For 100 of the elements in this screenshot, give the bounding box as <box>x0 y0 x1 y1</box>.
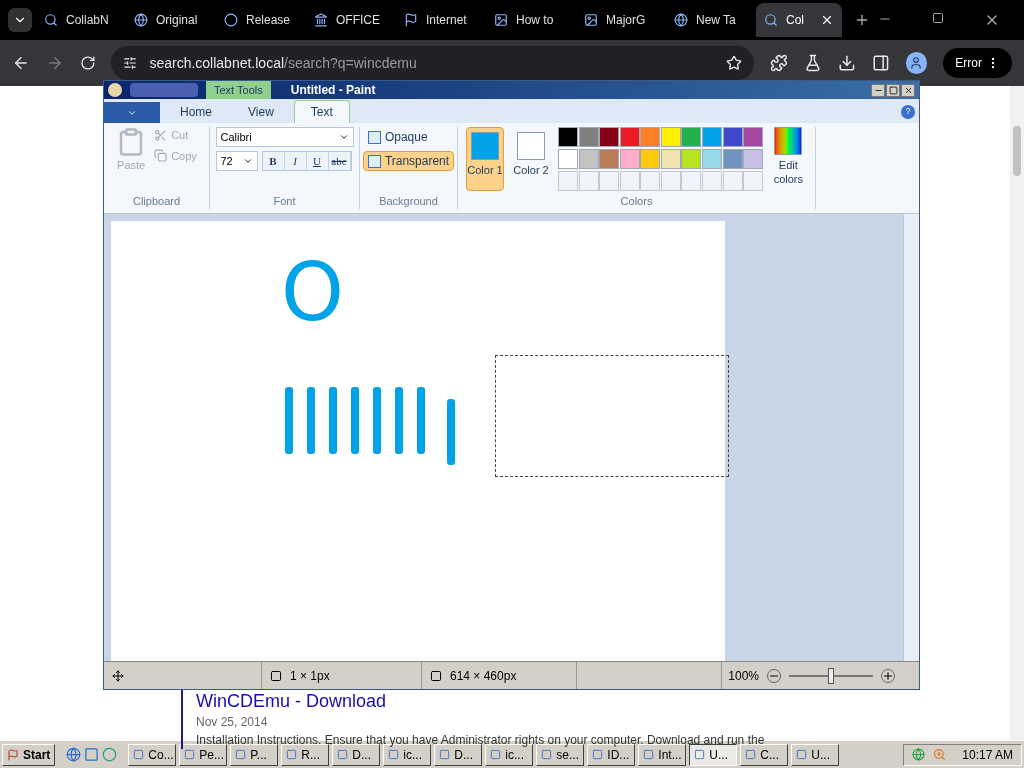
side-panel-icon[interactable] <box>871 54 890 72</box>
puzzle-icon[interactable] <box>770 54 789 72</box>
taskbar-button[interactable]: P... <box>230 743 279 766</box>
palette-swatch[interactable] <box>743 149 764 169</box>
window-icon <box>235 749 247 760</box>
palette-swatch[interactable] <box>640 127 661 147</box>
taskbar-button[interactable]: U... <box>791 743 840 766</box>
edit-colors-button[interactable]: Edit colors <box>769 127 807 187</box>
maximize-icon[interactable] <box>886 83 900 97</box>
font-size-dropdown[interactable]: 72 <box>215 151 258 171</box>
desktop-icon[interactable] <box>84 747 100 762</box>
taskbar-button[interactable]: R... <box>281 743 330 766</box>
minimize-icon[interactable] <box>871 83 885 97</box>
new-tab-icon[interactable] <box>854 12 870 28</box>
format-button[interactable]: abc <box>328 152 351 170</box>
browser-tab[interactable]: Release <box>216 3 302 37</box>
palette-swatch[interactable] <box>681 149 702 169</box>
flask-icon[interactable] <box>804 54 822 72</box>
back-icon[interactable] <box>12 54 30 72</box>
browser-tab[interactable]: CollabN <box>36 3 122 37</box>
palette-swatch[interactable] <box>558 127 578 147</box>
palette-swatch[interactable] <box>599 127 620 147</box>
tab-list-button[interactable] <box>8 8 32 32</box>
bookmark-star-icon[interactable] <box>726 55 743 71</box>
profile-error-button[interactable]: Error <box>943 48 1012 78</box>
text-selection-box[interactable] <box>495 355 729 477</box>
palette-swatch[interactable] <box>722 127 743 147</box>
format-button[interactable]: B <box>262 152 285 170</box>
palette-swatch[interactable] <box>701 127 722 147</box>
clock: 10:17 AM <box>962 746 1013 764</box>
site-settings-icon[interactable] <box>123 56 138 70</box>
globe-icon <box>674 13 688 27</box>
ribbon-tab[interactable]: Text <box>293 100 350 123</box>
background-option[interactable]: Transparent <box>362 151 455 171</box>
palette-swatch[interactable] <box>660 127 681 147</box>
globe-icon[interactable] <box>912 748 926 761</box>
tab-title: Col <box>786 12 804 29</box>
palette-icon[interactable] <box>108 83 122 97</box>
browser-tab[interactable]: Original <box>126 3 212 37</box>
search-icon <box>764 13 778 27</box>
zoom-slider-track[interactable] <box>789 667 873 684</box>
palette-swatch[interactable] <box>578 127 599 147</box>
browser-tab[interactable]: Col <box>756 3 842 37</box>
palette-swatch[interactable] <box>558 149 578 169</box>
palette-swatch[interactable] <box>681 127 702 147</box>
browser-tab[interactable]: Internet <box>396 3 482 37</box>
format-button[interactable]: I <box>284 152 307 170</box>
help-icon[interactable]: ? <box>901 105 915 119</box>
taskbar-button[interactable]: C... <box>740 743 789 766</box>
window-icon <box>388 749 400 760</box>
taskbar-button[interactable]: U... <box>689 743 738 766</box>
browser-tab[interactable]: OFFICE <box>306 3 392 37</box>
close-icon[interactable] <box>820 13 834 27</box>
taskbar-button[interactable]: D... <box>434 743 483 766</box>
ribbon-tab[interactable]: Home <box>164 100 228 123</box>
painted-letter: O <box>281 253 344 333</box>
text-box-icon <box>367 154 381 168</box>
browser-tab[interactable]: MajorG <box>576 3 662 37</box>
taskbar-button[interactable]: D... <box>332 743 381 766</box>
font-family-dropdown[interactable]: Calibri <box>215 127 354 147</box>
browser-tab[interactable]: How to <box>486 3 572 37</box>
palette-swatch[interactable] <box>640 149 661 169</box>
taskbar-button[interactable]: Co... <box>128 743 177 766</box>
globe-icon <box>134 13 148 27</box>
palette-swatch[interactable] <box>701 149 722 169</box>
result-title-link[interactable]: WinCDEmu - Download <box>196 690 821 713</box>
background-option[interactable]: Opaque <box>362 127 433 147</box>
scissors-icon <box>154 128 168 142</box>
window-icon <box>592 749 604 760</box>
taskbar-button[interactable]: Pe... <box>179 743 228 766</box>
ribbon-tab[interactable]: View <box>232 100 290 123</box>
close-icon[interactable] <box>901 83 915 97</box>
flag-icon <box>404 13 418 27</box>
palette-swatch[interactable] <box>599 149 620 169</box>
start-button[interactable]: Start <box>2 743 56 766</box>
color-slot-button[interactable]: Color 1 <box>466 127 504 191</box>
palette-swatch[interactable] <box>743 127 764 147</box>
palette-swatch[interactable] <box>619 149 640 169</box>
format-button[interactable]: U <box>306 152 329 170</box>
selection-icon <box>270 669 282 682</box>
avatar-icon[interactable] <box>905 52 928 74</box>
color-slot-button[interactable]: Color 2 <box>512 127 550 191</box>
globe-icon[interactable] <box>66 747 82 762</box>
address-bar[interactable]: search.collabnet.local/search?q=wincdemu <box>111 46 755 80</box>
download-icon[interactable] <box>837 54 856 72</box>
palette-swatch[interactable] <box>619 127 640 147</box>
zoom-slider-thumb[interactable] <box>828 667 834 684</box>
circle-icon[interactable] <box>102 747 118 762</box>
caret-icon <box>338 132 349 142</box>
magnifier-icon[interactable] <box>933 748 947 761</box>
reload-icon[interactable] <box>79 55 96 71</box>
palette-swatch[interactable] <box>578 149 599 169</box>
palette-swatch[interactable] <box>722 149 743 169</box>
taskbar-button[interactable]: Int... <box>638 743 687 766</box>
maximize-icon[interactable] <box>932 12 944 24</box>
browser-tab[interactable]: New Ta <box>666 3 752 37</box>
page-scrollbar[interactable] <box>1010 86 1024 740</box>
vertical-scrollbar[interactable] <box>903 214 919 661</box>
palette-swatch[interactable] <box>660 149 681 169</box>
move-icon <box>112 669 124 682</box>
